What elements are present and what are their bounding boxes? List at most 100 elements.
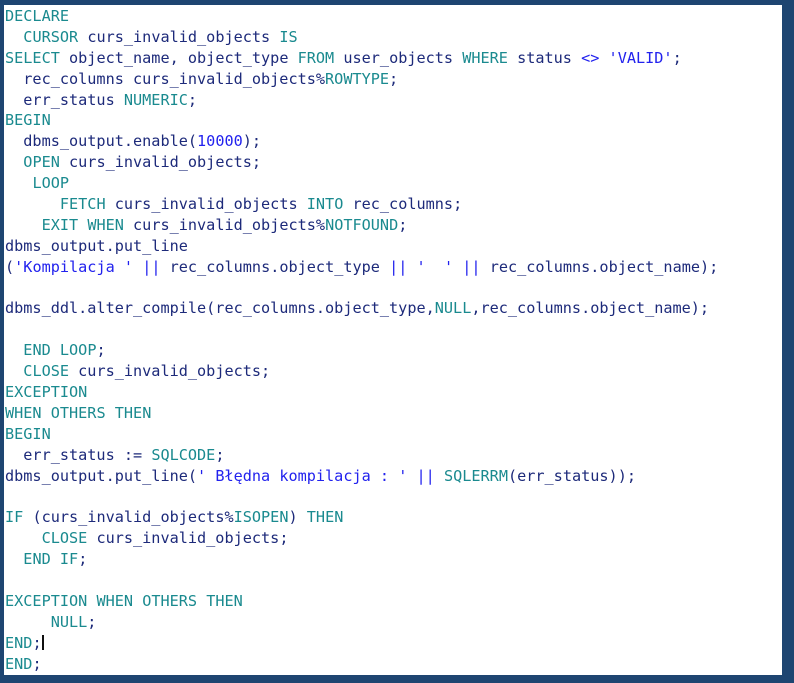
code-token-id: dbms_ddl.alter_compile(rec_columns.objec…: [5, 299, 435, 318]
code-line[interactable]: CURSOR curs_invalid_objects IS: [5, 27, 782, 48]
code-line[interactable]: END LOOP;: [5, 340, 782, 361]
code-token-id: [133, 592, 142, 610]
code-token-kw: NULL: [434, 299, 472, 318]
code-line[interactable]: WHEN OTHERS THEN: [5, 403, 782, 424]
code-token-id: rec_columns;: [343, 195, 463, 214]
code-token-id: curs_invalid_objects: [105, 195, 307, 214]
code-token-kw: LOOP: [59, 341, 97, 360]
code-token-id: [42, 404, 51, 422]
code-line[interactable]: [5, 319, 782, 340]
code-token-kw: WHEN: [5, 403, 42, 422]
code-token-kw: EXCEPTION: [5, 591, 88, 610]
code-token-id: ;: [389, 69, 399, 88]
code-token-id: ;: [87, 612, 97, 631]
code-token-kw: END: [23, 341, 51, 360]
code-token-str: ' Błędna kompilacja : ': [197, 466, 408, 485]
code-token-id: [5, 341, 23, 359]
code-line[interactable]: OPEN curs_invalid_objects;: [5, 152, 782, 173]
code-line[interactable]: END;: [5, 633, 782, 654]
code-line[interactable]: EXCEPTION: [5, 382, 782, 403]
code-token-kw: BEGIN: [5, 424, 51, 443]
code-token-kw: WHEN: [96, 591, 134, 610]
code-token-id: curs_invalid_objects;: [87, 529, 289, 548]
code-line[interactable]: dbms_ddl.alter_compile(rec_columns.objec…: [5, 298, 782, 319]
code-line[interactable]: IF (curs_invalid_objects%ISOPEN) THEN: [5, 507, 782, 528]
code-token-kw: OTHERS: [142, 591, 198, 610]
code-line[interactable]: rec_columns curs_invalid_objects%ROWTYPE…: [5, 69, 782, 90]
code-line[interactable]: CLOSE curs_invalid_objects;: [5, 361, 782, 382]
code-token-op: ||: [416, 466, 435, 485]
code-token-kw: CLOSE: [41, 529, 88, 548]
code-token-id: [407, 258, 416, 276]
code-line[interactable]: END;: [5, 654, 782, 675]
code-token-id: (curs_invalid_objects%: [23, 508, 234, 527]
code-line[interactable]: DECLARE: [5, 6, 782, 27]
code-line[interactable]: CLOSE curs_invalid_objects;: [5, 528, 782, 549]
code-token-id: err_status :=: [5, 445, 152, 464]
code-token-id: (err_status));: [507, 466, 636, 485]
code-token-id: ;: [32, 654, 42, 673]
code-token-op: ||: [142, 257, 161, 276]
code-token-id: );: [242, 132, 262, 151]
code-token-id: ;: [78, 550, 88, 569]
code-token-kw: FETCH: [59, 195, 106, 214]
code-token-kw: IF: [5, 508, 24, 527]
code-token-id: [5, 195, 60, 213]
code-line[interactable]: BEGIN: [5, 110, 782, 131]
code-token-str: 'VALID': [608, 48, 673, 67]
code-token-kw: SQLERRM: [443, 466, 508, 485]
code-token-kw: IS: [279, 27, 298, 46]
code-line[interactable]: dbms_output.put_line: [5, 236, 782, 257]
code-token-id: ;: [398, 215, 408, 234]
code-token-id: [407, 467, 416, 485]
code-token-id: (: [5, 257, 15, 276]
code-line[interactable]: END IF;: [5, 549, 782, 570]
code-token-kw: BEGIN: [5, 111, 51, 130]
code-line[interactable]: ('Kompilacja ' || rec_columns.object_typ…: [5, 257, 782, 278]
code-lines-container[interactable]: DECLARE CURSOR curs_invalid_objects IS SE…: [4, 5, 782, 675]
code-token-id: ;: [96, 341, 106, 360]
code-token-id: [5, 28, 23, 46]
code-token-id: curs_invalid_objects: [78, 27, 280, 46]
code-token-id: [51, 550, 60, 568]
code-token-kw: THEN: [306, 508, 344, 527]
code-token-kw: EXIT: [41, 215, 79, 234]
code-token-kw: SQLCODE: [151, 445, 216, 464]
code-token-id: ,rec_columns.object_name);: [471, 299, 710, 318]
code-line[interactable]: BEGIN: [5, 424, 782, 445]
code-line[interactable]: FETCH curs_invalid_objects INTO rec_colu…: [5, 194, 782, 215]
code-line[interactable]: EXIT WHEN curs_invalid_objects%NOTFOUND;: [5, 215, 782, 236]
code-token-kw: ROWTYPE: [325, 69, 390, 88]
code-line[interactable]: [5, 278, 782, 299]
code-line[interactable]: [5, 570, 782, 591]
code-token-kw: DECLARE: [5, 7, 70, 25]
code-token-op: <>: [581, 48, 600, 67]
code-token-id: [106, 404, 115, 422]
code-token-id: ;: [187, 90, 198, 109]
code-line[interactable]: err_status NUMERIC;: [5, 90, 782, 111]
code-line[interactable]: dbms_output.enable(10000);: [5, 131, 782, 152]
code-token-id: err_status: [5, 90, 124, 109]
code-line[interactable]: NULL;: [5, 612, 782, 633]
code-editor-panel[interactable]: DECLARE CURSOR curs_invalid_objects IS SE…: [0, 0, 794, 683]
code-line[interactable]: err_status := SQLCODE;: [5, 445, 782, 466]
code-token-id: [599, 49, 608, 67]
code-line[interactable]: LOOP: [5, 173, 782, 194]
code-line[interactable]: EXCEPTION WHEN OTHERS THEN: [5, 591, 782, 612]
code-line[interactable]: dbms_output.put_line(' Błędna kompilacja…: [5, 466, 782, 487]
code-token-id: [5, 613, 51, 631]
code-token-id: object_name, object_type: [59, 48, 298, 67]
code-line[interactable]: SELECT object_name, object_type FROM use…: [5, 48, 782, 69]
code-token-kw: FROM: [297, 48, 335, 67]
code-token-id: [5, 550, 23, 568]
code-token-id: ;: [672, 48, 682, 67]
code-token-id: dbms_output.put_line(: [5, 466, 198, 485]
code-token-id: dbms_output.enable(: [5, 132, 198, 151]
code-token-kw: OTHERS: [50, 403, 106, 422]
code-token-id: [51, 341, 60, 359]
code-token-kw: IF: [59, 550, 79, 569]
code-line[interactable]: [5, 486, 782, 507]
code-token-id: [78, 216, 87, 234]
code-token-kw: EXCEPTION: [5, 383, 88, 402]
code-token-id: status: [507, 48, 582, 67]
